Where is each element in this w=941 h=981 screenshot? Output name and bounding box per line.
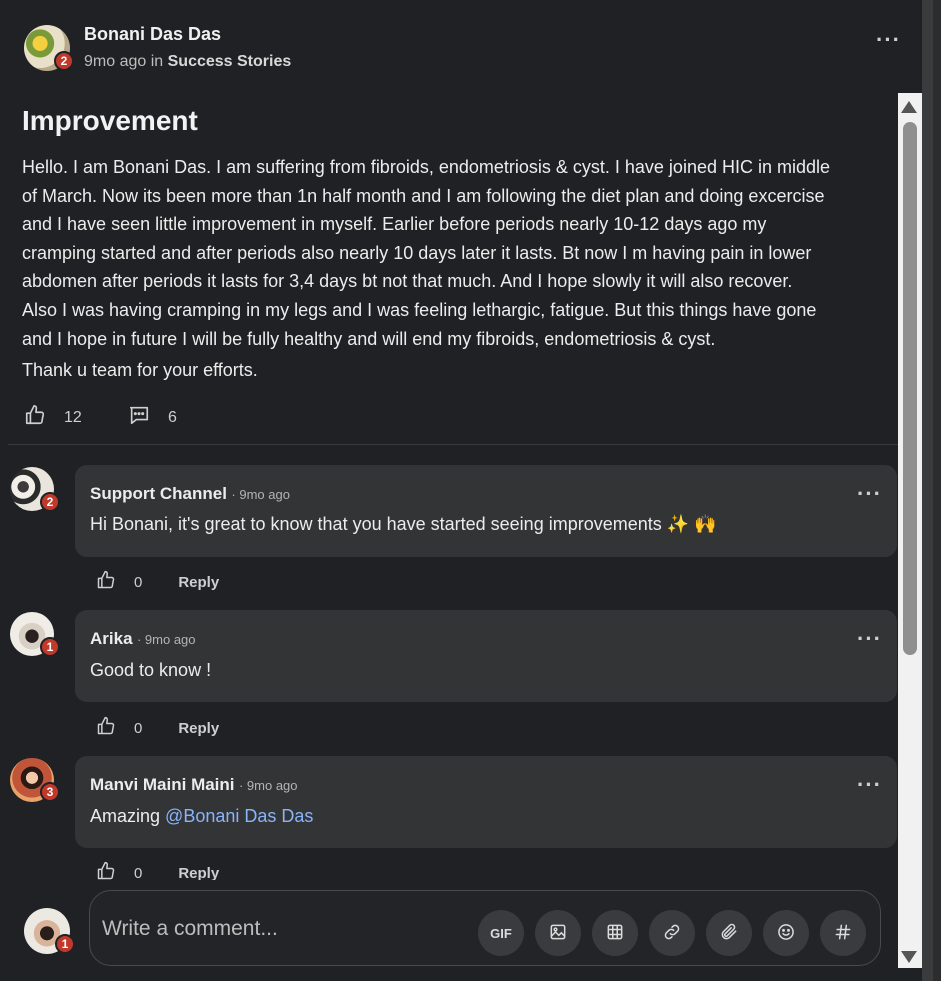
comment-text: Hi Bonani, it's great to know that you h… [90,514,717,534]
post-author-avatar[interactable]: 2 [24,25,74,71]
post-body-line: Hello. I am Bonani Das. I am suffering f… [22,157,831,177]
comment-like-count: 0 [134,573,143,591]
comment-icon [128,404,150,431]
comment-like-count: 0 [134,864,143,882]
user-mention-link[interactable]: @Bonani Das Das [165,806,313,826]
attachment-icon [719,922,739,945]
comment-menu-button[interactable]: ··· [857,483,882,505]
comment-input[interactable] [100,913,464,945]
post-comment-count: 6 [168,408,177,426]
post-author-name[interactable]: Bonani Das Das [84,24,221,45]
level-badge: 2 [54,51,74,71]
post-closing-line: Thank u team for your efforts. [22,360,258,381]
hashtag-button[interactable] [820,910,866,956]
comment-avatar[interactable]: 2 [10,467,60,512]
comment-time: · 9mo ago [238,778,298,793]
reply-button[interactable]: Reply [178,574,219,591]
post-body-line: abdomen after periods it lasts for 3,4 d… [22,271,793,292]
image-icon [548,922,568,945]
link-button[interactable] [649,910,695,956]
post-body-line: of March. Now its been more than 1n half… [22,185,825,206]
comment-bubble: Manvi Maini Maini · 9mo ago Amazing @Bon… [75,756,897,848]
post-body-line: cramping started and after periods also … [22,242,812,263]
hashtag-icon [833,922,853,945]
post-divider [8,444,898,445]
comment-time: · 9mo ago [231,487,290,502]
thumbs-up-icon [24,404,46,431]
comment-header: Support Channel · 9mo ago [90,484,290,504]
comment-author-name[interactable]: Manvi Maini Maini [90,775,235,794]
comment-time: · 9mo ago [136,632,196,647]
post-category-link[interactable]: Success Stories [168,53,292,70]
emoji-icon [776,922,796,945]
comment-actions: 0 Reply [96,716,219,740]
table-icon [605,922,625,945]
post-time: 9mo ago [84,53,147,70]
comment-text: Amazing @Bonani Das Das [90,806,313,827]
comment-menu-button[interactable]: ··· [857,628,882,650]
comment-text-prefix: Amazing [90,806,166,826]
comment-like-count: 0 [134,719,143,737]
post-like-count: 12 [64,408,82,426]
level-badge: 2 [40,492,60,512]
table-button[interactable] [592,910,638,956]
comment-avatar[interactable]: 3 [10,758,60,802]
image-button[interactable] [535,910,581,956]
post-in-word: in [150,53,164,70]
gif-button[interactable]: GIF [478,910,524,956]
window-edge-dark [933,0,941,981]
gif-icon: GIF [490,925,512,941]
comment-author-name[interactable]: Arika [90,629,133,648]
level-badge: 1 [55,934,75,954]
reply-button[interactable]: Reply [178,720,219,737]
level-badge: 3 [40,782,60,802]
post-like-button[interactable]: 12 [24,404,82,431]
comment-bubble: Arika · 9mo ago Good to know ! ··· [75,610,897,702]
comment-menu-button[interactable]: ··· [857,774,882,796]
comment-author-name[interactable]: Support Channel [90,484,227,503]
comment-actions: 0 Reply [96,570,219,594]
attachment-button[interactable] [706,910,752,956]
post-title: Improvement [22,105,198,136]
scroll-up-arrow-icon[interactable] [901,101,917,113]
scrollbar-thumb[interactable] [903,122,917,655]
link-icon [662,922,682,945]
thumbs-up-icon[interactable] [96,716,116,740]
post-body-line: and I have seen little improvement in my… [22,214,767,235]
post-body-line: and I hope in future I will be fully hea… [22,328,716,349]
emoji-button[interactable] [763,910,809,956]
scroll-down-arrow-icon[interactable] [901,951,917,963]
post-menu-button[interactable]: ··· [876,29,901,51]
comment-avatar[interactable]: 1 [10,612,60,657]
reply-button[interactable]: Reply [178,865,219,882]
comment-composer: GIF [89,890,881,966]
post-body: Hello. I am Bonani Das. I am suffering f… [22,153,892,385]
post-body-line: Also I was having cramping in my legs an… [22,299,817,320]
post-meta: 9mo ago in Success Stories [84,53,291,71]
comment-header: Manvi Maini Maini · 9mo ago [90,775,298,795]
current-user-avatar[interactable]: 1 [24,908,75,954]
level-badge: 1 [40,637,60,657]
post-comments-button[interactable]: 6 [128,404,177,431]
comment-bubble: Support Channel · 9mo ago Hi Bonani, it'… [75,465,897,557]
thumbs-up-icon[interactable] [96,570,116,594]
comment-text: Good to know ! [90,660,212,680]
comment-header: Arika · 9mo ago [90,629,196,649]
